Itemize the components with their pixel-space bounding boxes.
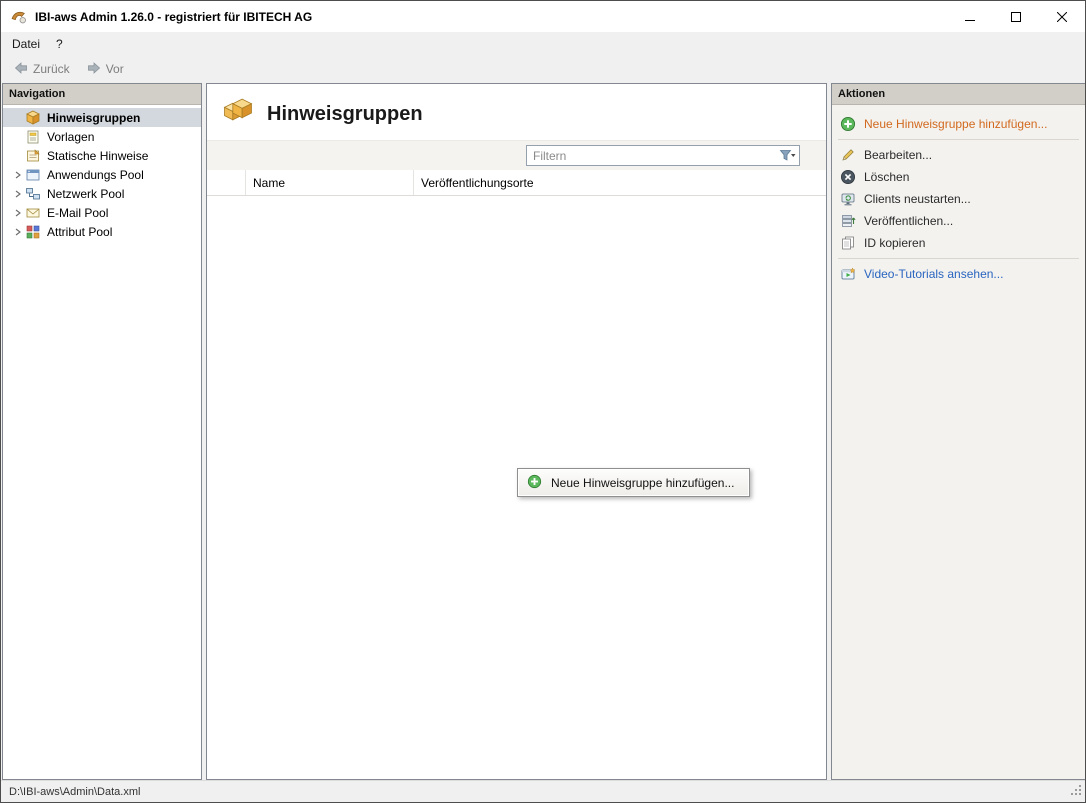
- nav-item-vorlagen[interactable]: Vorlagen: [3, 127, 201, 146]
- add-icon: [527, 474, 542, 492]
- toolbar: Zurück Vor: [1, 55, 1085, 83]
- edit-icon: [840, 147, 856, 163]
- filter-band: [207, 140, 826, 170]
- maximize-button[interactable]: [993, 1, 1039, 32]
- nav-item-label: Anwendungs Pool: [47, 168, 144, 182]
- action-label: Neue Hinweisgruppe hinzufügen...: [864, 117, 1047, 131]
- table-header-name[interactable]: Name: [246, 170, 414, 195]
- template-icon: [25, 129, 42, 145]
- delete-icon: [840, 169, 856, 185]
- static-note-icon: [25, 148, 42, 164]
- nav-item-label: Hinweisgruppen: [47, 111, 140, 125]
- action-label: Veröffentlichen...: [864, 214, 953, 228]
- action-loeschen[interactable]: Löschen: [832, 166, 1085, 188]
- back-label: Zurück: [33, 62, 70, 76]
- nav-item-label: E-Mail Pool: [47, 206, 108, 220]
- navigation-tree: Hinweisgruppen Vorlagen Statische Hinwei…: [3, 105, 201, 241]
- network-icon: [25, 186, 42, 202]
- app-icon: [10, 8, 27, 25]
- chevron-right-icon: [10, 171, 25, 179]
- menu-datei[interactable]: Datei: [4, 34, 48, 54]
- filter-input[interactable]: [527, 147, 775, 164]
- action-clients-neustarten[interactable]: Clients neustarten...: [832, 188, 1085, 210]
- nav-item-statische-hinweise[interactable]: Statische Hinweise: [3, 146, 201, 165]
- navigation-panel: Navigation Hinweisgruppen Vorlagen: [2, 83, 202, 780]
- nav-item-label: Netzwerk Pool: [47, 187, 124, 201]
- restart-clients-icon: [840, 191, 856, 207]
- action-label: Bearbeiten...: [864, 148, 932, 162]
- window-controls: [947, 1, 1085, 32]
- close-button[interactable]: [1039, 1, 1085, 32]
- attribute-icon: [25, 224, 42, 240]
- main-panel: Hinweisgruppen Name Veröffentlichungsort…: [206, 83, 827, 780]
- menubar: Datei ?: [1, 32, 1085, 55]
- table-header: Name Veröffentlichungsorte: [207, 170, 826, 196]
- separator: [838, 258, 1079, 259]
- filter-funnel-icon[interactable]: [775, 149, 799, 163]
- navigation-header: Navigation: [3, 84, 201, 105]
- action-id-kopieren[interactable]: ID kopieren: [832, 232, 1085, 254]
- action-bearbeiten[interactable]: Bearbeiten...: [832, 144, 1085, 166]
- actions-header: Aktionen: [832, 84, 1085, 105]
- chevron-right-icon: [10, 228, 25, 236]
- nav-item-label: Attribut Pool: [47, 225, 112, 239]
- page-title: Hinweisgruppen: [267, 103, 423, 126]
- resize-grip-icon[interactable]: [1070, 784, 1082, 799]
- table-header-veroeffentlichungsorte[interactable]: Veröffentlichungsorte: [414, 170, 826, 195]
- main-header: Hinweisgruppen: [207, 84, 826, 140]
- nav-item-email-pool[interactable]: E-Mail Pool: [3, 203, 201, 222]
- boxes-icon: [25, 110, 42, 126]
- arrow-right-icon: [86, 60, 102, 79]
- action-label: Video-Tutorials ansehen...: [864, 267, 1003, 281]
- action-label: ID kopieren: [864, 236, 925, 250]
- add-hinweisgruppe-button[interactable]: Neue Hinweisgruppe hinzufügen...: [517, 468, 750, 497]
- forward-label: Vor: [106, 62, 124, 76]
- video-icon: [840, 266, 856, 282]
- nav-item-label: Statische Hinweise: [47, 149, 148, 163]
- nav-item-attribut-pool[interactable]: Attribut Pool: [3, 222, 201, 241]
- application-icon: [25, 167, 42, 183]
- boxes-icon: [221, 97, 255, 131]
- chevron-right-icon: [10, 190, 25, 198]
- filter-box: [526, 145, 800, 166]
- add-hinweisgruppe-button-label: Neue Hinweisgruppe hinzufügen...: [551, 476, 734, 490]
- action-label: Löschen: [864, 170, 909, 184]
- titlebar[interactable]: IBI-aws Admin 1.26.0 - registriert für I…: [1, 1, 1085, 32]
- actions-panel: Aktionen Neue Hinweisgruppe hinzufügen..…: [831, 83, 1086, 780]
- statusbar-path: D:\IBI-aws\Admin\Data.xml: [9, 786, 140, 798]
- action-neue-hinweisgruppe[interactable]: Neue Hinweisgruppe hinzufügen...: [832, 113, 1085, 135]
- action-veroeffentlichen[interactable]: Veröffentlichen...: [832, 210, 1085, 232]
- back-button[interactable]: Zurück: [6, 58, 77, 81]
- menu-help[interactable]: ?: [48, 34, 71, 54]
- nav-item-anwendungs-pool[interactable]: Anwendungs Pool: [3, 165, 201, 184]
- action-list: Neue Hinweisgruppe hinzufügen... Bearbei…: [832, 105, 1085, 285]
- nav-item-netzwerk-pool[interactable]: Netzwerk Pool: [3, 184, 201, 203]
- add-icon: [840, 116, 856, 132]
- nav-item-label: Vorlagen: [47, 130, 94, 144]
- nav-item-hinweisgruppen[interactable]: Hinweisgruppen: [3, 108, 201, 127]
- action-label: Clients neustarten...: [864, 192, 971, 206]
- app-window: IBI-aws Admin 1.26.0 - registriert für I…: [0, 0, 1086, 803]
- table-header-icon-col[interactable]: [207, 170, 246, 195]
- arrow-left-icon: [13, 60, 29, 79]
- chevron-right-icon: [10, 209, 25, 217]
- copy-id-icon: [840, 235, 856, 251]
- statusbar: D:\IBI-aws\Admin\Data.xml: [1, 780, 1085, 802]
- publish-icon: [840, 213, 856, 229]
- forward-button[interactable]: Vor: [79, 58, 131, 81]
- minimize-button[interactable]: [947, 1, 993, 32]
- separator: [838, 139, 1079, 140]
- action-video-tutorials[interactable]: Video-Tutorials ansehen...: [832, 263, 1085, 285]
- email-icon: [25, 205, 42, 221]
- window-title: IBI-aws Admin 1.26.0 - registriert für I…: [35, 10, 312, 24]
- content-region: Navigation Hinweisgruppen Vorlagen: [1, 83, 1085, 780]
